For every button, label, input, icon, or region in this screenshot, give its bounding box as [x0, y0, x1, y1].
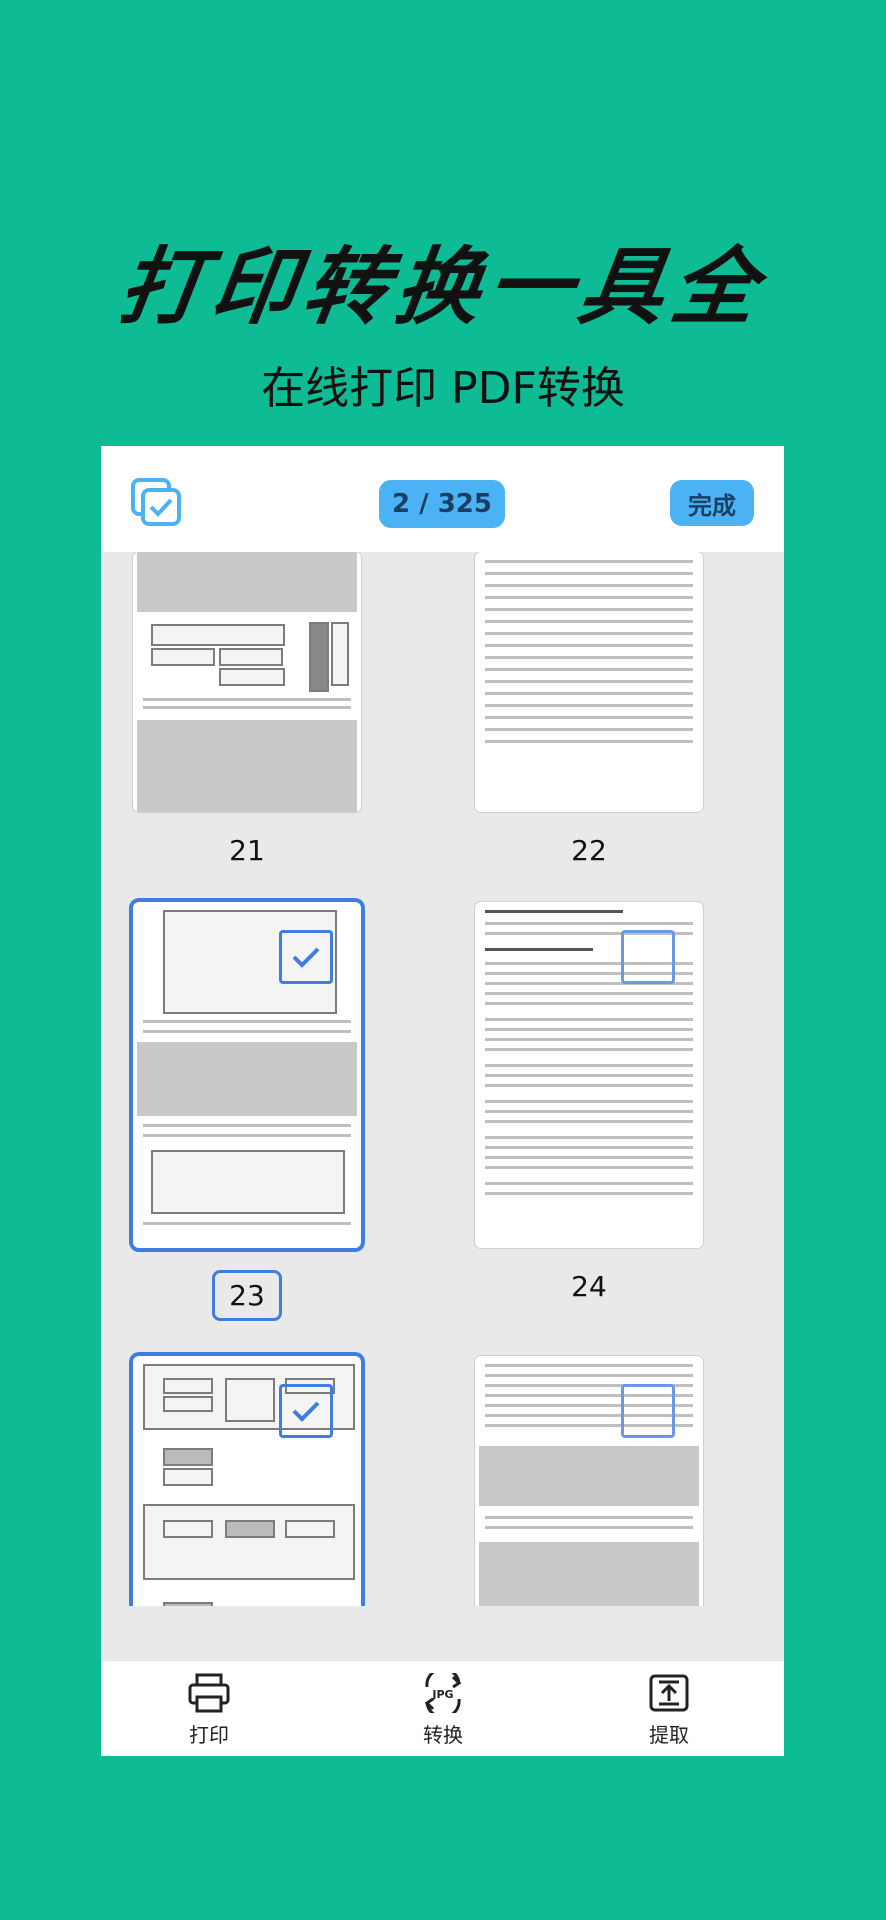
convert-button[interactable]: JPG 转换: [383, 1673, 503, 1753]
print-label: 打印: [189, 1723, 229, 1747]
page-thumbnail-selected[interactable]: [133, 1356, 361, 1606]
multi-select-icon[interactable]: [131, 478, 183, 526]
checkbox-checked-icon[interactable]: [279, 1384, 333, 1438]
page-number: 24: [571, 1270, 607, 1303]
svg-text:JPG: JPG: [431, 1688, 453, 1701]
page-thumbnail[interactable]: [475, 552, 703, 812]
extract-icon: [649, 1674, 689, 1712]
page-thumbnail[interactable]: [475, 1356, 703, 1606]
print-button[interactable]: 打印: [149, 1673, 269, 1753]
convert-label: 转换: [423, 1723, 463, 1747]
bottom-toolbar: 打印 JPG 转换 提取: [101, 1660, 784, 1756]
extract-button[interactable]: 提取: [609, 1673, 729, 1753]
page-counter: 2 / 325: [379, 480, 505, 528]
done-button[interactable]: 完成: [670, 480, 754, 526]
extract-label: 提取: [649, 1723, 689, 1747]
page-number: 22: [571, 834, 607, 867]
page-number: 21: [229, 834, 265, 867]
page-thumbnail[interactable]: [475, 902, 703, 1248]
page-thumbnail-selected[interactable]: [133, 902, 361, 1248]
top-toolbar: 2 / 325 完成: [101, 446, 784, 552]
page-grid: 21 22 23 24: [101, 552, 784, 1606]
headline: 打印转换一具全: [113, 238, 771, 336]
subheadline: 在线打印 PDF转换: [261, 363, 625, 414]
page-thumbnail[interactable]: [133, 552, 361, 812]
page-number-selected: 23: [133, 1270, 361, 1321]
checkbox-outline-icon[interactable]: [621, 1384, 675, 1438]
printer-icon: [188, 1673, 230, 1713]
pdf-page-selector: 2 / 325 完成 21 22 23 24 打印 JPG 转换 提取: [101, 446, 784, 1756]
jpg-convert-icon: JPG: [424, 1673, 462, 1713]
checkbox-checked-icon[interactable]: [279, 930, 333, 984]
checkbox-outline-icon[interactable]: [621, 930, 675, 984]
